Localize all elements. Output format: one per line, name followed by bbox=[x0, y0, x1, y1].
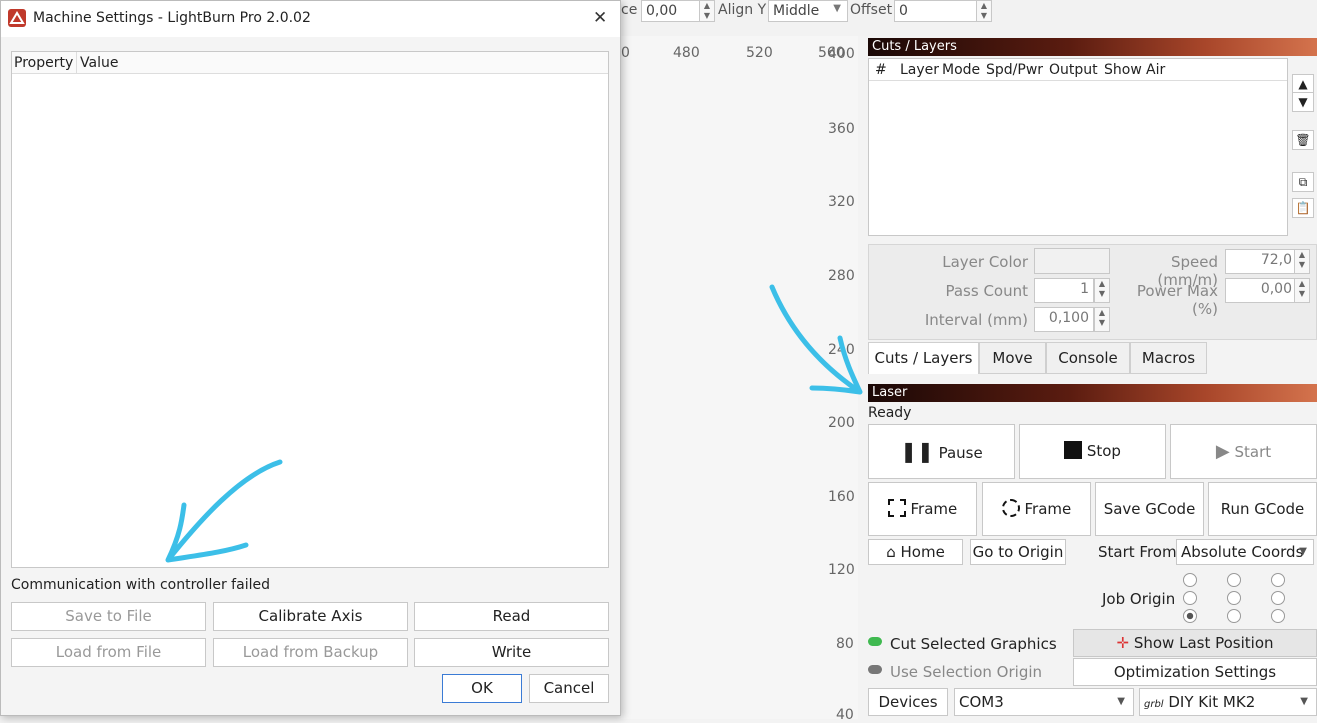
arrow-to-laser-icon bbox=[769, 284, 863, 395]
arrow-to-status-icon bbox=[165, 459, 283, 563]
annotation-arrows bbox=[165, 284, 863, 563]
